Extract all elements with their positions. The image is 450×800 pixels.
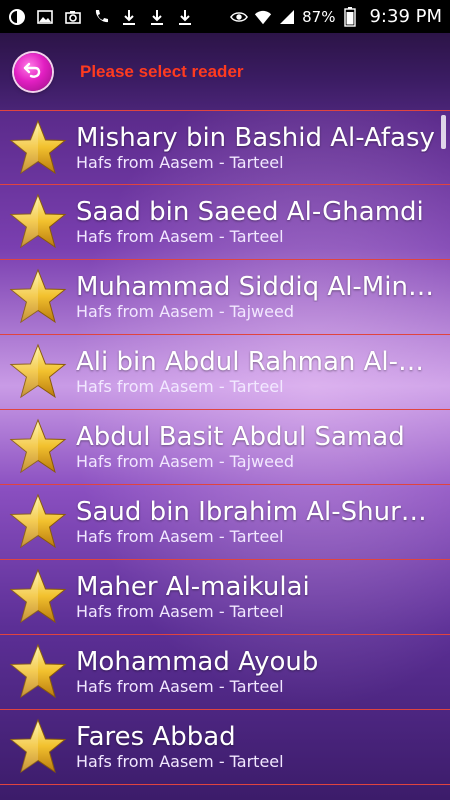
star-icon <box>9 418 67 474</box>
half-moon-icon <box>8 8 26 26</box>
list-item[interactable]: Ali bin Abdul Rahman Al-Huthaify Hafs fr… <box>0 335 450 410</box>
star-icon <box>9 268 67 324</box>
list-item[interactable]: Saad bin Saeed Al-Ghamdi Hafs from Aasem… <box>0 185 450 260</box>
phone-wifi-call-icon <box>92 8 110 26</box>
reader-name: Saud bin Ibrahim Al-Shuraim <box>76 497 436 527</box>
list-item[interactable]: Muhammad Siddiq Al-Minshawi Hafs from Aa… <box>0 260 450 335</box>
eye-icon <box>230 8 249 26</box>
reader-list[interactable]: Mishary bin Bashid Al-Afasy Hafs from Aa… <box>0 110 450 800</box>
app-header: Please select reader <box>0 33 450 110</box>
reader-narration: Hafs from Aasem - Tarteel <box>76 377 284 396</box>
page-title: Please select reader <box>80 61 244 81</box>
reader-name: Ali bin Abdul Rahman Al-Huthaify <box>76 347 436 377</box>
star-icon <box>9 193 67 249</box>
download-icon <box>120 8 138 26</box>
reader-narration: Hafs from Aasem - Tarteel <box>76 227 284 246</box>
clock: 9:39 PM <box>369 6 442 27</box>
reader-narration: Hafs from Aasem - Tarteel <box>76 602 284 621</box>
reader-name: Mishary bin Bashid Al-Afasy <box>76 122 435 153</box>
back-arrow-icon <box>21 58 45 86</box>
battery-percent: 87% <box>302 7 336 26</box>
reader-narration: Hafs from Aasem - Tarteel <box>76 152 284 172</box>
reader-narration: Hafs from Aasem - Tarteel <box>76 677 284 696</box>
list-item[interactable]: Fares Abbad Hafs from Aasem - Tarteel <box>0 710 450 785</box>
reader-name: Muhammad Siddiq Al-Minshawi <box>76 272 436 302</box>
signal-icon <box>278 8 296 26</box>
reader-narration: Hafs from Aasem - Tajweed <box>76 452 294 471</box>
wifi-icon <box>254 8 272 26</box>
battery-icon <box>341 6 359 27</box>
reader-name: Fares Abbad <box>76 722 236 752</box>
list-item[interactable]: Abdul Basit Abdul Samad Hafs from Aasem … <box>0 410 450 485</box>
reader-narration: Hafs from Aasem - Tajweed <box>76 302 294 321</box>
reader-name: Maher Al-maikulai <box>76 572 310 602</box>
reader-name: Abdul Basit Abdul Samad <box>76 422 405 452</box>
star-icon <box>9 568 67 624</box>
star-icon <box>9 493 67 549</box>
star-icon <box>9 119 67 174</box>
download-icon <box>176 8 194 26</box>
reader-narration: Hafs from Aasem - Tarteel <box>76 527 284 546</box>
list-item[interactable]: Mishary bin Bashid Al-Afasy Hafs from Aa… <box>0 110 450 185</box>
star-icon <box>9 343 67 399</box>
star-icon <box>9 643 67 699</box>
list-item[interactable]: Mohammad Ayoub Hafs from Aasem - Tarteel <box>0 635 450 710</box>
star-icon <box>9 718 67 774</box>
gallery-icon <box>36 8 54 26</box>
back-button[interactable] <box>14 52 52 91</box>
download-icon <box>148 8 166 26</box>
list-item[interactable]: Saud bin Ibrahim Al-Shuraim Hafs from Aa… <box>0 485 450 560</box>
camera-icon <box>64 8 82 26</box>
list-item[interactable]: Maher Al-maikulai Hafs from Aasem - Tart… <box>0 560 450 635</box>
scrollbar[interactable] <box>441 115 446 149</box>
reader-narration: Hafs from Aasem - Tarteel <box>76 752 284 771</box>
status-bar: 87% 9:39 PM <box>0 0 450 33</box>
reader-name: Mohammad Ayoub <box>76 647 319 677</box>
reader-name: Saad bin Saeed Al-Ghamdi <box>76 197 424 227</box>
